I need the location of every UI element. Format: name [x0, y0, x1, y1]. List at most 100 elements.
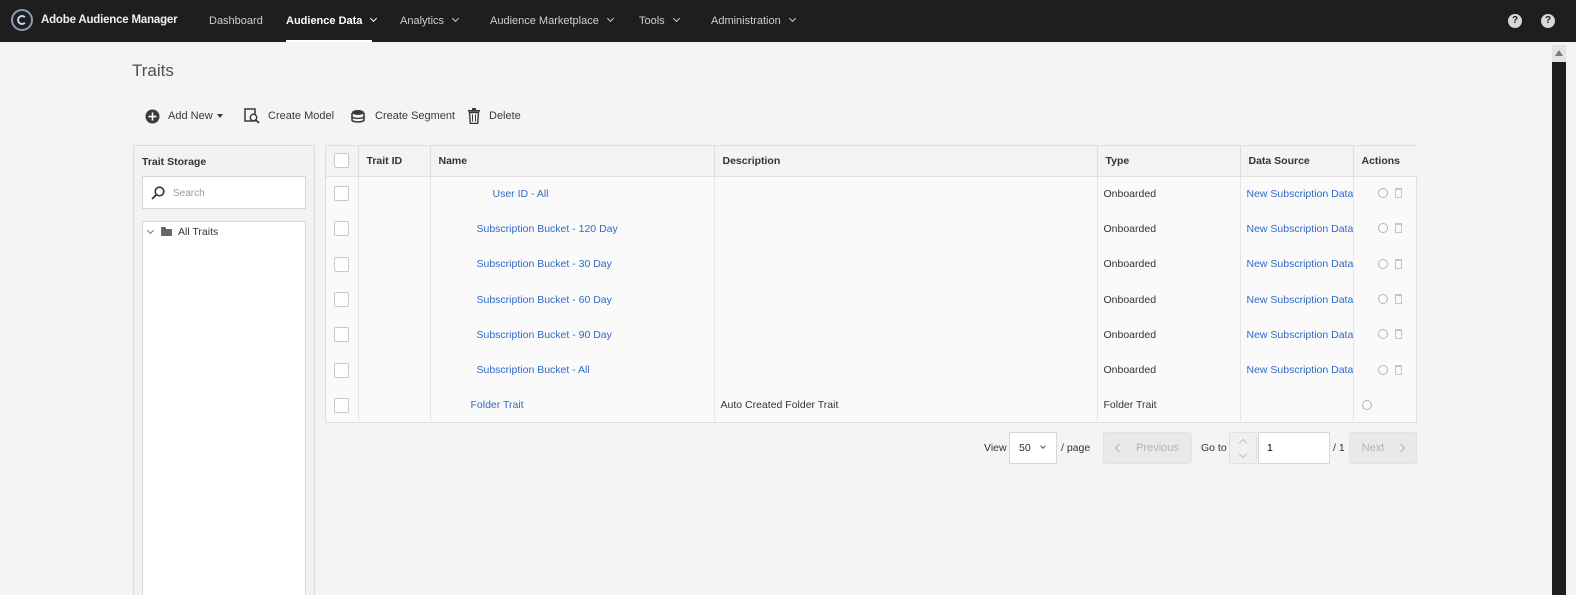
chevron-down-icon[interactable] — [1238, 449, 1248, 459]
per-page-value: 50 — [1019, 442, 1031, 454]
chevron-down-icon — [672, 14, 680, 23]
table-row[interactable]: User ID - All Onboarded New Subscription D… — [326, 176, 1418, 212]
select-all-cell — [326, 146, 359, 177]
nav-audience-data-label: Audience Data — [286, 15, 363, 27]
nav-tools-label: Tools — [639, 15, 665, 27]
data-source-link[interactable]: New Subscription Data — [1247, 223, 1353, 235]
edit-icon[interactable] — [1361, 399, 1372, 410]
nav-audience-marketplace-label: Audience Marketplace — [490, 15, 599, 27]
next-page-button[interactable]: Next — [1349, 432, 1417, 464]
row-checkbox[interactable] — [334, 221, 349, 237]
table-row[interactable]: Subscription Bucket - 60 Day Onboarded New… — [326, 281, 1418, 318]
create-model-button[interactable]: Create Model — [244, 107, 334, 125]
column-header-name[interactable]: Name — [430, 146, 715, 177]
row-checkbox[interactable] — [334, 327, 349, 343]
delete-icon[interactable] — [1394, 329, 1402, 340]
row-select-cell — [326, 387, 359, 424]
edit-icon[interactable] — [1377, 294, 1388, 305]
user-account-icon[interactable]: ? — [1541, 14, 1555, 28]
delete-icon[interactable] — [1394, 223, 1402, 234]
delete-icon[interactable] — [1394, 294, 1402, 305]
row-checkbox[interactable] — [334, 362, 349, 378]
data-source-link[interactable]: New Subscription Data — [1247, 364, 1353, 376]
delete-icon[interactable] — [1394, 364, 1402, 375]
nav-tools[interactable]: Tools — [639, 0, 680, 42]
search-input[interactable] — [173, 185, 298, 201]
delete-button[interactable]: Delete — [467, 107, 521, 125]
trait-name-link[interactable]: Subscription Bucket - 120 Day — [477, 223, 618, 235]
select-all-checkbox[interactable] — [334, 153, 349, 169]
column-header-type[interactable]: Type — [1097, 146, 1241, 177]
goto-label: Go to — [1201, 442, 1227, 454]
table-row[interactable]: Subscription Bucket - All Onboarded New Su… — [326, 352, 1418, 388]
help-icon[interactable]: ? — [1508, 14, 1522, 28]
table-row[interactable]: Subscription Bucket - 120 Day Onboarded Ne… — [326, 211, 1418, 247]
trait-storage-search[interactable] — [142, 176, 306, 209]
trait-name-cell: Subscription Bucket - 30 Day — [430, 246, 715, 282]
data-source-link[interactable]: New Subscription Data — [1247, 294, 1353, 306]
folder-tree: All Traits — [142, 221, 306, 595]
scroll-up-arrow-icon[interactable] — [1555, 50, 1563, 56]
nav-audience-marketplace[interactable]: Audience Marketplace — [490, 0, 614, 42]
nav-analytics[interactable]: Analytics — [400, 0, 460, 42]
previous-page-button[interactable]: Previous — [1103, 432, 1192, 464]
data-source-link[interactable]: New Subscription Data — [1247, 188, 1353, 200]
add-new-button[interactable]: Add New — [145, 107, 223, 125]
actions-cell — [1353, 388, 1418, 423]
per-page-select[interactable]: 50 — [1009, 432, 1057, 464]
row-checkbox[interactable] — [334, 397, 349, 413]
edit-icon[interactable] — [1377, 223, 1388, 234]
trait-name-cell: Subscription Bucket - All — [430, 352, 715, 388]
brand[interactable]: Adobe Audience Manager — [11, 9, 178, 31]
search-icon — [151, 186, 165, 200]
create-segment-button[interactable]: Create Segment — [350, 107, 455, 125]
data-source-cell: New Subscription Data — [1240, 176, 1354, 212]
trait-name-link[interactable]: Subscription Bucket - All — [477, 364, 590, 376]
column-header-data-source[interactable]: Data Source — [1240, 146, 1354, 177]
nav-audience-data[interactable]: Audience Data — [286, 0, 378, 42]
table-row[interactable]: Subscription Bucket - 30 Day Onboarded New… — [326, 246, 1418, 282]
trait-name-link[interactable]: Folder Trait — [471, 399, 524, 411]
previous-label: Previous — [1136, 442, 1179, 454]
data-source-link[interactable]: New Subscription Data — [1247, 329, 1353, 341]
edit-icon[interactable] — [1377, 258, 1388, 269]
trait-name-link[interactable]: Subscription Bucket - 60 Day — [477, 294, 612, 306]
data-source-link[interactable]: New Subscription Data — [1247, 258, 1353, 270]
edit-icon[interactable] — [1377, 188, 1388, 199]
row-checkbox[interactable] — [334, 292, 349, 308]
trait-name-link[interactable]: Subscription Bucket - 90 Day — [477, 329, 612, 341]
tree-node-all-traits[interactable]: All Traits — [146, 226, 219, 238]
delete-icon[interactable] — [1394, 188, 1402, 199]
description-cell — [714, 246, 1098, 282]
delete-icon[interactable] — [1394, 258, 1402, 269]
table-row[interactable]: Subscription Bucket - 90 Day Onboarded New… — [326, 317, 1418, 353]
tree-node-label: All Traits — [178, 226, 219, 238]
nav-administration-label: Administration — [711, 15, 781, 27]
nav-analytics-label: Analytics — [400, 15, 445, 27]
page-title: Traits — [132, 61, 174, 80]
trait-name-link[interactable]: Subscription Bucket - 30 Day — [477, 258, 612, 270]
description-cell — [714, 281, 1098, 318]
trait-name-cell: Subscription Bucket - 120 Day — [430, 211, 715, 247]
row-checkbox[interactable] — [334, 186, 349, 202]
data-source-cell — [1240, 387, 1354, 424]
column-header-trait-id[interactable]: Trait ID — [358, 146, 431, 177]
chevron-down-icon[interactable] — [146, 226, 155, 234]
edit-icon[interactable] — [1377, 329, 1388, 340]
nav-dashboard[interactable]: Dashboard — [209, 0, 263, 42]
chevron-down-icon — [788, 14, 796, 23]
per-page-suffix: / page — [1061, 442, 1091, 454]
table-row[interactable]: Folder Trait Auto Created Folder Trait Fol… — [326, 387, 1418, 424]
trait-id-cell — [358, 317, 431, 353]
nav-administration[interactable]: Administration — [711, 0, 796, 42]
page-stepper[interactable] — [1229, 432, 1257, 464]
edit-icon[interactable] — [1377, 364, 1388, 375]
page-number-input[interactable] — [1258, 432, 1330, 464]
chevron-up-icon[interactable] — [1238, 438, 1248, 448]
type-cell: Onboarded — [1097, 317, 1241, 353]
trait-name-link[interactable]: User ID - All — [493, 188, 549, 200]
row-checkbox[interactable] — [334, 256, 349, 272]
chevron-right-icon — [1397, 443, 1406, 453]
scrollbar-thumb[interactable] — [1552, 62, 1566, 595]
column-header-description[interactable]: Description — [714, 146, 1098, 177]
